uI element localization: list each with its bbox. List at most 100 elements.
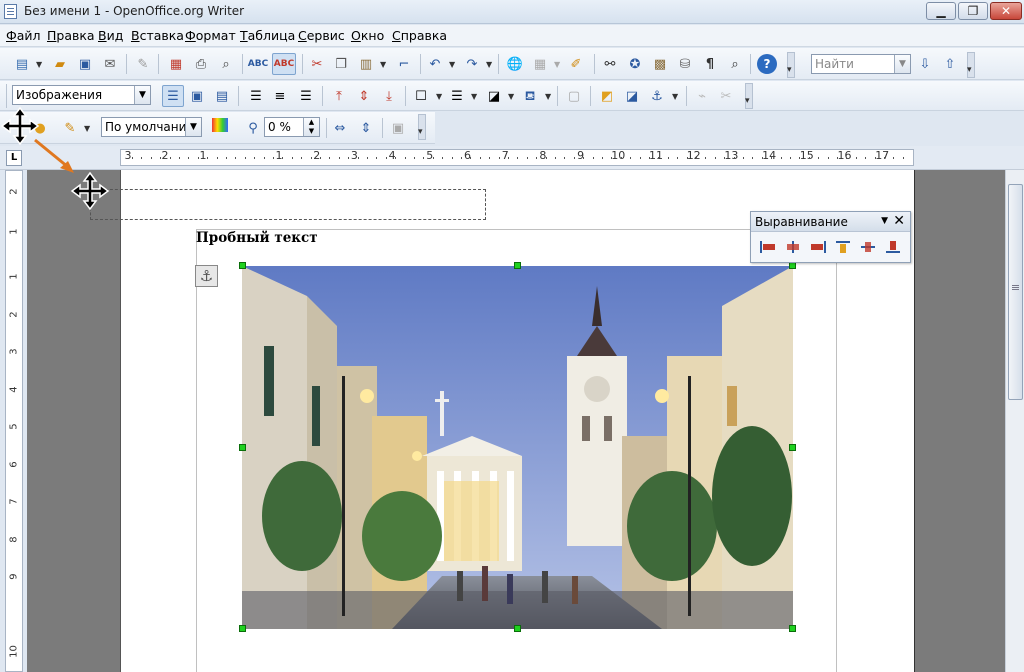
unlink-icon[interactable]: ⌁ bbox=[692, 86, 712, 106]
resize-handle-bottom-right[interactable] bbox=[789, 625, 796, 632]
scrollbar-thumb[interactable] bbox=[1008, 184, 1023, 400]
pdf-icon[interactable]: ▦ bbox=[166, 54, 186, 74]
copy-icon[interactable]: ❐ bbox=[331, 54, 351, 74]
document-heading[interactable]: Пробный текст bbox=[196, 230, 318, 246]
graphics-mode-select[interactable]: По умолчани ▼ bbox=[101, 117, 202, 137]
menu-file[interactable]: Файл bbox=[6, 28, 41, 43]
menu-table[interactable]: Таблица bbox=[240, 28, 295, 43]
find-up-icon[interactable]: ⇧ bbox=[940, 54, 960, 74]
resize-handle-bottom[interactable] bbox=[514, 625, 521, 632]
toolbar-grip[interactable] bbox=[787, 52, 795, 78]
minimize-button[interactable]: ▁ bbox=[926, 2, 956, 20]
borders-dropdown-arrow[interactable]: ▼ bbox=[436, 92, 442, 101]
anchor-marker-icon[interactable]: ⚓ bbox=[195, 265, 218, 287]
formatting-marks-icon[interactable]: ¶ bbox=[700, 54, 720, 74]
frame-style-select[interactable]: Изображения ▼ bbox=[12, 85, 151, 105]
alignment-close-icon[interactable]: ✕ bbox=[893, 213, 905, 229]
menu-insert[interactable]: Вставка bbox=[131, 28, 184, 43]
print-icon[interactable]: ⎙ bbox=[191, 54, 211, 74]
resize-handle-top[interactable] bbox=[514, 262, 521, 269]
resize-handle-right[interactable] bbox=[789, 444, 796, 451]
redo-dropdown-arrow[interactable]: ▼ bbox=[486, 60, 492, 69]
save-icon[interactable]: ▣ bbox=[75, 54, 95, 74]
menu-help[interactable]: Справка bbox=[392, 28, 447, 43]
align-bottom-obj-icon[interactable] bbox=[882, 237, 904, 257]
transparency-spinner[interactable]: 0 % ▲ ▼ bbox=[264, 117, 320, 137]
zoom-icon[interactable]: ⌕ bbox=[725, 54, 745, 74]
frame-style-dropdown-icon[interactable]: ▼ bbox=[134, 86, 150, 104]
menu-format[interactable]: Формат bbox=[185, 28, 236, 43]
align-vcenter-obj-icon[interactable] bbox=[857, 237, 879, 257]
picture-properties-icon[interactable]: ▣ bbox=[388, 118, 408, 138]
wrap-off-icon[interactable]: ☰ bbox=[162, 85, 184, 107]
new-icon[interactable]: ▤ bbox=[12, 54, 32, 74]
inserted-picture[interactable] bbox=[242, 266, 793, 629]
vertical-ruler[interactable]: 2 1 1 2 3 4 5 6 7 8 9 10 bbox=[5, 170, 23, 672]
flip-vertical-icon[interactable]: ⇔ bbox=[330, 118, 350, 138]
bring-forward-icon[interactable]: ◩ bbox=[597, 86, 617, 106]
border-color-dropdown-arrow[interactable]: ▼ bbox=[508, 92, 514, 101]
align-right-icon[interactable]: ☰ bbox=[296, 86, 316, 106]
navigator-icon[interactable]: ✪ bbox=[625, 54, 645, 74]
menu-view[interactable]: Вид bbox=[98, 28, 123, 43]
spin-arrows-icon[interactable]: ▲ ▼ bbox=[303, 118, 319, 136]
background-color-icon[interactable]: ⛾ bbox=[520, 86, 540, 106]
toolbar-grip[interactable] bbox=[418, 114, 426, 140]
find-input[interactable]: Найти ▼ bbox=[811, 54, 911, 74]
paste-dropdown-arrow[interactable]: ▼ bbox=[380, 60, 386, 69]
wrap-page-icon[interactable]: ▣ bbox=[187, 86, 207, 106]
open-icon[interactable]: ▰ bbox=[50, 54, 70, 74]
email-icon[interactable]: ✉ bbox=[100, 54, 120, 74]
graphics-mode-dropdown-icon[interactable]: ▼ bbox=[185, 118, 201, 136]
graphic-mode-dropdown-arrow[interactable]: ▼ bbox=[84, 124, 90, 133]
menu-edit[interactable]: Правка bbox=[47, 28, 95, 43]
anchor-icon[interactable]: ⚓ bbox=[647, 86, 667, 106]
link-frames-icon[interactable]: ▢ bbox=[564, 86, 584, 106]
color-icon[interactable] bbox=[212, 118, 228, 132]
undo-icon[interactable]: ↶ bbox=[425, 54, 445, 74]
undo-dropdown-arrow[interactable]: ▼ bbox=[449, 60, 455, 69]
resize-handle-top-right[interactable] bbox=[789, 262, 796, 269]
align-left-obj-icon[interactable] bbox=[757, 237, 779, 257]
spellcheck-icon[interactable]: ABC bbox=[248, 54, 268, 74]
align-right-obj-icon[interactable] bbox=[807, 237, 829, 257]
align-middle-icon[interactable]: ⇕ bbox=[354, 86, 374, 106]
toolbar-grip[interactable] bbox=[745, 83, 753, 109]
resize-handle-top-left[interactable] bbox=[239, 262, 246, 269]
background-color-dropdown-arrow[interactable]: ▼ bbox=[545, 92, 551, 101]
vertical-scrollbar[interactable] bbox=[1005, 170, 1024, 672]
menu-window[interactable]: Окно bbox=[351, 28, 384, 43]
preview-icon[interactable]: ⌕ bbox=[216, 54, 236, 74]
borders-icon[interactable]: ☐ bbox=[411, 86, 431, 106]
find-down-icon[interactable]: ⇩ bbox=[915, 54, 935, 74]
align-center-icon[interactable]: ≡ bbox=[270, 86, 290, 106]
align-center-obj-icon[interactable] bbox=[782, 237, 804, 257]
gallery-icon[interactable]: ▩ bbox=[650, 54, 670, 74]
alignment-toolbar-header[interactable]: Выравнивание ▼ ✕ bbox=[751, 212, 910, 232]
toolbar-grip[interactable] bbox=[967, 52, 975, 78]
border-color-icon[interactable]: ◪ bbox=[484, 86, 504, 106]
find-replace-icon[interactable]: ⚯ bbox=[600, 54, 620, 74]
format-paintbrush-icon[interactable]: ⌐ bbox=[394, 54, 414, 74]
send-backward-icon[interactable]: ◪ bbox=[622, 86, 642, 106]
edit-icon[interactable]: ✎ bbox=[133, 54, 153, 74]
tab-selector[interactable]: L bbox=[6, 150, 22, 166]
cut-link-icon[interactable]: ✂ bbox=[716, 86, 736, 106]
hyperlink-icon[interactable]: 🌐 bbox=[505, 54, 525, 74]
resize-handle-bottom-left[interactable] bbox=[239, 625, 246, 632]
help-icon[interactable]: ? bbox=[757, 54, 777, 74]
align-top-obj-icon[interactable] bbox=[832, 237, 854, 257]
menu-tools[interactable]: Сервис bbox=[298, 28, 345, 43]
new-dropdown-arrow[interactable]: ▼ bbox=[36, 60, 42, 69]
autospell-icon[interactable]: ABC bbox=[272, 53, 296, 75]
horizontal-ruler[interactable]: L 3 2 1 1 2 3 4 5 6 7 8 9 10 11 12 13 14 15 16 17 bbox=[0, 146, 1024, 170]
maximize-button[interactable]: ❐ bbox=[958, 2, 988, 20]
alignment-menu-icon[interactable]: ▼ bbox=[881, 216, 888, 226]
close-button[interactable]: ✕ bbox=[990, 2, 1022, 20]
find-dropdown-icon[interactable]: ▼ bbox=[894, 55, 910, 73]
datasource-icon[interactable]: ⛁ bbox=[675, 54, 695, 74]
align-left-icon[interactable]: ☰ bbox=[246, 86, 266, 106]
paste-icon[interactable]: ▥ bbox=[356, 54, 376, 74]
transparency-icon[interactable]: ⚲ bbox=[243, 118, 263, 138]
cut-icon[interactable]: ✂ bbox=[307, 54, 327, 74]
